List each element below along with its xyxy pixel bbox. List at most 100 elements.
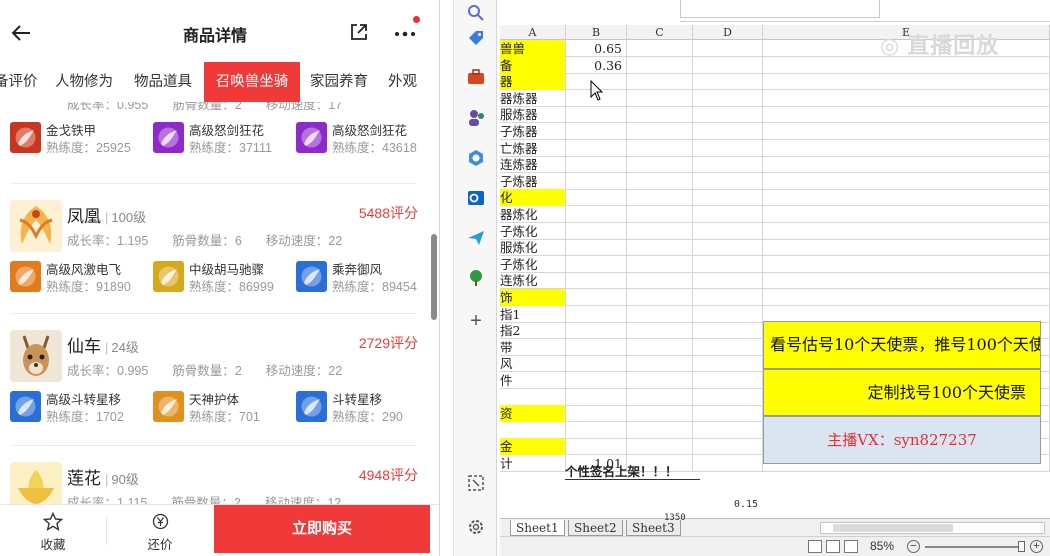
cell-a[interactable]: 服炼化 [500, 239, 566, 257]
sheet-cell[interactable] [693, 89, 763, 107]
horizontal-scrollbar[interactable] [820, 522, 1045, 534]
tag-icon[interactable] [465, 28, 487, 50]
more-options-icon[interactable] [392, 22, 418, 42]
sheet-cell[interactable] [763, 172, 1050, 190]
sheet-cell[interactable] [627, 123, 693, 140]
cell-b[interactable] [566, 156, 627, 174]
cell-a[interactable]: 服炼器 [500, 106, 566, 124]
sheet-cell[interactable] [627, 56, 693, 74]
sheet-cell[interactable] [627, 139, 693, 157]
cell-a[interactable]: 化 [500, 189, 566, 207]
cell-a[interactable]: 连炼化 [500, 272, 566, 290]
zoom-knob[interactable] [1018, 541, 1025, 552]
sheet-cell[interactable] [627, 355, 693, 373]
cell-a[interactable]: 金 [500, 438, 566, 456]
sheet-cell[interactable] [627, 222, 693, 240]
vertical-scrollbar[interactable] [431, 234, 437, 320]
skill-item[interactable]: 乘奔御风 熟练度：89454 [296, 258, 436, 296]
sheet-cell[interactable] [693, 405, 763, 423]
deer-avatar[interactable] [10, 330, 62, 382]
skill-item[interactable]: 高级怒剑狂花 熟练度：37111 [153, 119, 293, 157]
sheet-cell[interactable] [763, 89, 1050, 107]
appraisal-note-cell[interactable]: 看号估号10个天使票，推号100个天使票 [763, 321, 1041, 369]
sheet-cell[interactable] [693, 40, 763, 57]
cell-a[interactable]: 资 [500, 405, 566, 423]
sheet-cell[interactable] [627, 338, 693, 356]
skill-item[interactable]: 天神护体 熟练度：701 [153, 388, 293, 426]
sheet-cell[interactable] [627, 438, 693, 456]
sheet-cell[interactable] [693, 338, 763, 356]
skill-item[interactable]: 高级斗转星移 熟练度：1702 [10, 388, 150, 426]
sheet-cell[interactable] [693, 206, 763, 223]
buy-now-button[interactable]: 立即购买 [214, 505, 430, 553]
favorite-button[interactable]: 收藏 [0, 505, 106, 556]
contact-note-cell[interactable]: 主播VX：syn827237 [763, 416, 1041, 464]
share-icon[interactable] [349, 22, 369, 42]
cell-b[interactable] [566, 139, 627, 157]
outlook-icon[interactable] [465, 188, 487, 210]
cell-b[interactable] [566, 206, 627, 223]
cell-a[interactable]: 饰 [500, 289, 566, 306]
sheet-cell[interactable] [627, 255, 693, 273]
column-header-b[interactable]: B [566, 25, 627, 40]
sheet-cell[interactable] [627, 388, 693, 406]
sheet-cell[interactable] [627, 405, 693, 423]
cell-a[interactable]: 器炼化 [500, 206, 566, 223]
tab-appearance[interactable]: 外观 [388, 62, 417, 102]
sheet-cell[interactable] [763, 272, 1050, 290]
toolbox-icon[interactable] [465, 68, 487, 90]
sheet-cell[interactable] [693, 388, 763, 406]
cell-b[interactable] [566, 322, 627, 340]
column-header-d[interactable]: D [693, 25, 763, 40]
signature-cell[interactable]: 个性签名上架！！！ [565, 463, 700, 480]
send-icon[interactable] [465, 228, 487, 250]
cell-b[interactable]: 0.36 [566, 56, 627, 74]
sheet-tab-1[interactable]: Sheet1 [510, 520, 565, 536]
formula-input[interactable] [680, 0, 880, 18]
cell-a[interactable]: 子炼器 [500, 123, 566, 140]
sheet-cell[interactable] [693, 305, 763, 323]
sheet-cell[interactable] [627, 289, 693, 306]
sheet-cell[interactable] [763, 139, 1050, 157]
sheet-cell[interactable] [627, 89, 693, 107]
sheet-cell[interactable] [693, 372, 763, 389]
cell-b[interactable] [566, 438, 627, 456]
sheet-cell[interactable] [627, 40, 693, 57]
cell-b[interactable] [566, 421, 627, 439]
bargain-button[interactable]: 还价 [107, 505, 213, 556]
sheet-cell[interactable] [763, 206, 1050, 223]
cell-b[interactable] [566, 123, 627, 140]
cell-a[interactable]: 备 [500, 56, 566, 74]
sheet-cell[interactable] [763, 222, 1050, 240]
cell-b[interactable] [566, 106, 627, 124]
cell-b[interactable] [566, 388, 627, 406]
cell-b[interactable] [566, 305, 627, 323]
sheet-cell[interactable] [763, 189, 1050, 207]
column-header-a[interactable]: A [500, 25, 566, 40]
cell-b[interactable] [566, 239, 627, 257]
skill-item[interactable]: 中级胡马驰骤 熟练度：86999 [153, 258, 293, 296]
tab-equipment-reviews[interactable]: 备评价 [0, 62, 38, 102]
sheet-cell[interactable] [627, 172, 693, 190]
tab-character-cultivation[interactable]: 人物修为 [55, 62, 113, 102]
sheet-cell[interactable] [693, 322, 763, 340]
cell-a[interactable]: 指1 [500, 305, 566, 323]
screenshot-icon[interactable] [465, 474, 487, 496]
tab-home-raising[interactable]: 家园养育 [310, 62, 368, 102]
cell-a[interactable] [500, 388, 566, 406]
tab-summons-mounts[interactable]: 召唤兽坐骑 [204, 62, 300, 102]
pet-list[interactable]: 成长率：0.955 筋骨数量：2 移动速度：17 金戈铁甲 熟练度：25925 高级怒剑狂… [0, 102, 439, 504]
sheet-cell[interactable] [627, 106, 693, 124]
sheet-cell[interactable] [693, 156, 763, 174]
custom-search-note-cell[interactable]: 定制找号100个天使票 [763, 369, 1041, 416]
cell-b[interactable] [566, 189, 627, 207]
skill-item[interactable]: 金戈铁甲 熟练度：25925 [10, 119, 150, 157]
sheet-cell[interactable] [693, 189, 763, 207]
sheet-cell[interactable] [763, 123, 1050, 140]
sheet-cell[interactable] [627, 73, 693, 91]
add-icon[interactable]: + [465, 310, 487, 332]
sheet-cell[interactable] [693, 172, 763, 190]
sheet-cell[interactable] [693, 272, 763, 290]
sheet-cell[interactable] [693, 123, 763, 140]
tab-items[interactable]: 物品道具 [134, 62, 192, 102]
